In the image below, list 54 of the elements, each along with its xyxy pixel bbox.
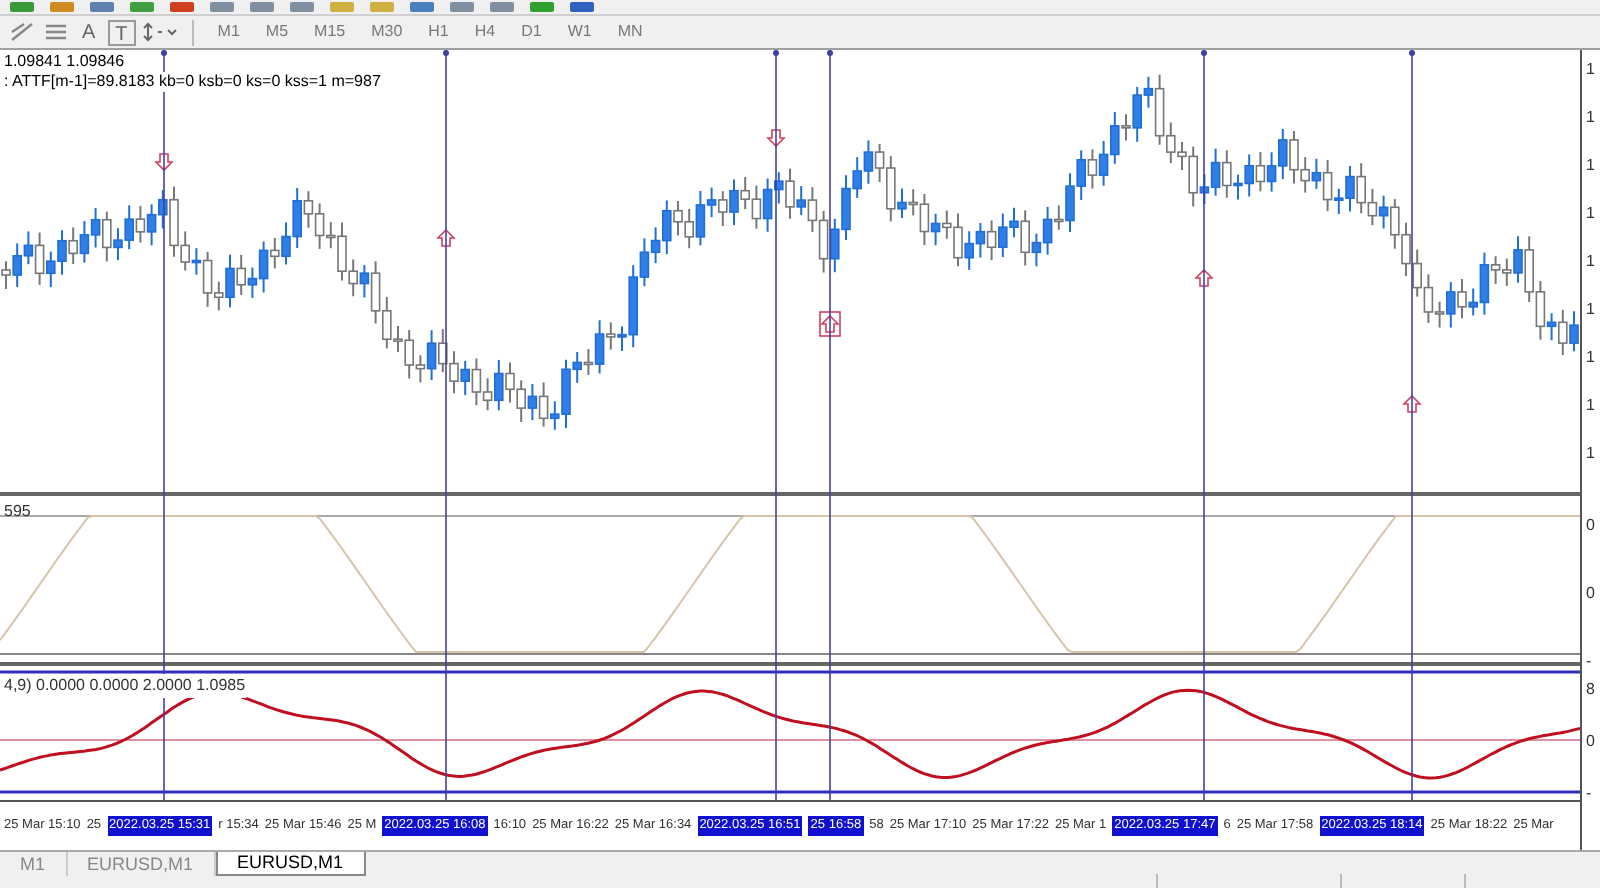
toolbar-icon[interactable] [88,2,116,14]
chart-tab[interactable]: M1 [0,852,68,876]
toolbar-icon[interactable] [8,2,36,14]
price-label: 1 [1586,110,1595,126]
timeframe-button[interactable]: MN [607,19,653,45]
price-label: 1 [1586,254,1595,270]
toolbar-icon[interactable] [48,2,76,14]
toolbar-icon[interactable] [168,2,196,14]
timeframe-button[interactable]: D1 [511,19,552,45]
chart-tab[interactable]: EURUSD,M1 [215,852,366,876]
toolbar-icon[interactable] [488,2,516,14]
timeframe-button[interactable]: H1 [418,19,459,45]
price-label: 1 [1586,62,1595,78]
chart-info-text: 1.09841 1.09846 [4,52,125,72]
price-label: 1 [1586,446,1595,462]
price-label: 1 [1586,302,1595,318]
indicator-axis-label: 8 [1586,682,1595,698]
indicator-axis-label: - [1586,786,1592,802]
timeframe-button[interactable]: M5 [255,19,299,45]
price-label: 1 [1586,398,1595,414]
price-label: 1 [1586,206,1595,222]
timeframe-button[interactable]: H4 [464,19,506,45]
oscillator-axis-label: 0 [1586,586,1595,602]
timeframe-button[interactable]: M15 [304,19,356,45]
oscillator-label: 595 [4,500,31,524]
toolbar-icon[interactable] [528,2,556,14]
toolbar-icon[interactable] [248,2,276,14]
oscillator-axis-label: - [1586,654,1592,670]
text-tool-button[interactable]: T [107,19,136,45]
indicator-label: 4,9) 0.0000 0.0000 2.0000 1.0985 [4,674,246,698]
line-tool-icon[interactable] [8,20,36,44]
timeframe-button[interactable]: W1 [557,19,602,45]
toolbar-icon[interactable] [128,2,156,14]
timeframe-button[interactable]: M30 [361,19,413,45]
indicator-axis-label: 0 [1586,734,1595,750]
toolbar-icon[interactable] [208,2,236,14]
toolbar-icon[interactable] [288,2,316,14]
chart-info-text: : ATTF[m-1]=89.8183 kb=0 ksb=0 ks=0 kss=1 m=987 [4,72,381,92]
up-arrow-icon [436,228,456,247]
toolbar-icon[interactable] [408,2,436,14]
up-arrow-icon [1194,268,1214,287]
up-arrow-icon [819,311,841,337]
timeframe-button[interactable]: M1 [207,19,250,45]
text-tool-button[interactable]: A [76,19,102,45]
up-arrow-icon [1402,394,1422,413]
price-label: 1 [1586,350,1595,366]
toolbar-icon[interactable] [568,2,596,14]
oscillator-axis-label: 0 [1586,518,1595,534]
down-arrow-icon [766,129,786,148]
arrows-dropdown-icon[interactable] [141,20,178,44]
price-label: 1 [1586,158,1595,174]
channel-tool-icon[interactable] [42,20,70,44]
down-arrow-icon [154,153,174,172]
toolbar-icon[interactable] [448,2,476,14]
